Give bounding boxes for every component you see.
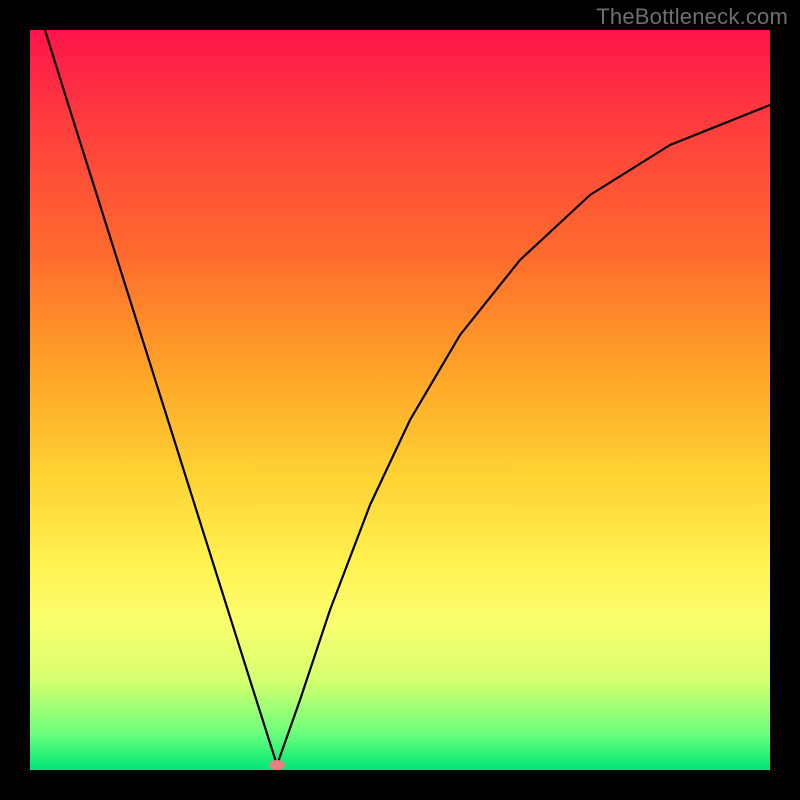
gradient-plot-area — [30, 30, 770, 770]
minimum-marker — [269, 760, 285, 770]
chart-frame: TheBottleneck.com — [0, 0, 800, 800]
watermark-text: TheBottleneck.com — [596, 4, 788, 30]
